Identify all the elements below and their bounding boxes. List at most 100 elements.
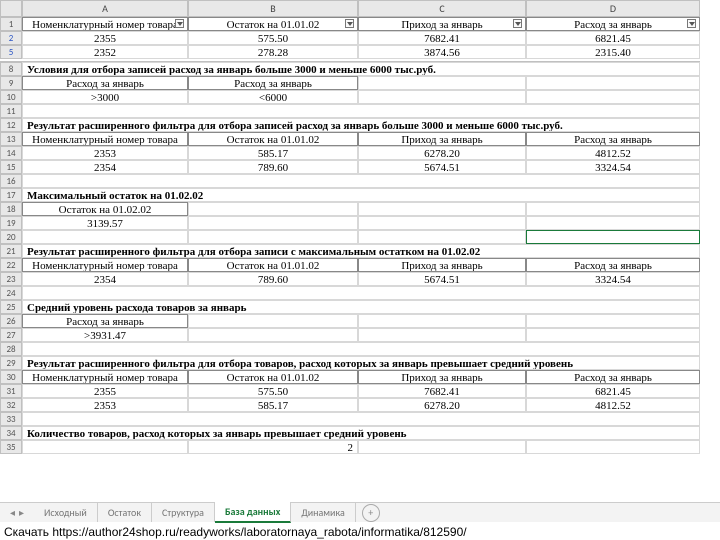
row-header[interactable]: 21	[0, 244, 22, 258]
cell[interactable]	[358, 90, 526, 104]
cell[interactable]: 575.50	[188, 31, 358, 45]
cell[interactable]	[526, 76, 700, 90]
cell[interactable]	[358, 440, 526, 454]
row-header[interactable]: 28	[0, 342, 22, 356]
filter-icon[interactable]	[687, 19, 696, 28]
table-header[interactable]: Приход за январь	[358, 258, 526, 272]
cell[interactable]: 7682.41	[358, 384, 526, 398]
cell[interactable]	[526, 328, 700, 342]
row-header[interactable]: 14	[0, 146, 22, 160]
table-header[interactable]: Расход за январь	[526, 132, 700, 146]
cell[interactable]	[22, 174, 700, 188]
row-header[interactable]: 20	[0, 230, 22, 244]
footer-link[interactable]: Скачать https://author24shop.ru/readywor…	[0, 524, 720, 540]
cell[interactable]: 789.60	[188, 272, 358, 286]
cell[interactable]: 5674.51	[358, 160, 526, 174]
cell[interactable]: 575.50	[188, 384, 358, 398]
cell[interactable]	[188, 202, 358, 216]
cell[interactable]	[358, 230, 526, 244]
row-header[interactable]: 32	[0, 398, 22, 412]
cell[interactable]: 3874.56	[358, 45, 526, 59]
cell[interactable]	[188, 314, 358, 328]
row-header[interactable]: 33	[0, 412, 22, 426]
row-header[interactable]: 35	[0, 440, 22, 454]
row-header[interactable]: 5	[0, 45, 22, 59]
cell[interactable]: 6821.45	[526, 31, 700, 45]
cell[interactable]	[188, 230, 358, 244]
cell[interactable]	[358, 216, 526, 230]
table-header[interactable]: Приход за январь	[358, 370, 526, 384]
cell[interactable]: 2353	[22, 398, 188, 412]
row-header[interactable]: 2	[0, 31, 22, 45]
cell[interactable]	[22, 104, 700, 118]
row-header[interactable]: 16	[0, 174, 22, 188]
filter-icon[interactable]	[175, 19, 184, 28]
cell[interactable]: 3324.54	[526, 272, 700, 286]
cell[interactable]	[526, 90, 700, 104]
cell[interactable]	[22, 286, 700, 300]
criteria-header[interactable]: Расход за январь	[22, 314, 188, 328]
cell[interactable]: 6278.20	[358, 146, 526, 160]
section-title[interactable]: Результат расширенного фильтра для отбор…	[22, 244, 700, 258]
table-header[interactable]: Номенклатурный номер товара	[22, 370, 188, 384]
cell[interactable]	[526, 216, 700, 230]
tab-nav[interactable]: ◂▸	[0, 506, 34, 519]
cell[interactable]	[22, 230, 188, 244]
sheet-tab[interactable]: Остаток	[98, 503, 152, 522]
sheet-tab[interactable]: Исходный	[34, 503, 98, 522]
table-header[interactable]: Расход за январь	[526, 258, 700, 272]
cell[interactable]	[526, 314, 700, 328]
section-title[interactable]: Результат расширенного фильтра для отбор…	[22, 356, 700, 370]
cell[interactable]: 2315.40	[526, 45, 700, 59]
cell[interactable]	[22, 412, 700, 426]
select-all-corner[interactable]	[0, 0, 22, 17]
table-header[interactable]: Остаток на 01.01.02	[188, 258, 358, 272]
row-header[interactable]: 18	[0, 202, 22, 216]
criteria-value[interactable]: >3000	[22, 90, 188, 104]
cell[interactable]: 585.17	[188, 398, 358, 412]
cell[interactable]: 2354	[22, 160, 188, 174]
cell[interactable]	[22, 440, 188, 454]
row-header[interactable]: 23	[0, 272, 22, 286]
col-header-c[interactable]: C	[358, 0, 526, 17]
row-header[interactable]: 10	[0, 90, 22, 104]
row-header[interactable]: 34	[0, 426, 22, 440]
row-header[interactable]: 22	[0, 258, 22, 272]
section-title[interactable]: Средний уровень расхода товаров за январ…	[22, 300, 700, 314]
filter-icon[interactable]	[513, 19, 522, 28]
table-header[interactable]: Номенклатурный номер товара	[22, 132, 188, 146]
col-header-a[interactable]: A	[22, 0, 188, 17]
row-header[interactable]: 17	[0, 188, 22, 202]
cell[interactable]	[188, 216, 358, 230]
table-header[interactable]: Остаток на 01.01.02	[188, 132, 358, 146]
cell[interactable]: 6821.45	[526, 384, 700, 398]
cell[interactable]: 4812.52	[526, 146, 700, 160]
table-header[interactable]: Номенклатурный номер товара	[22, 17, 188, 31]
cell[interactable]	[358, 202, 526, 216]
row-header[interactable]: 29	[0, 356, 22, 370]
active-cell[interactable]	[526, 230, 700, 244]
row-header[interactable]: 13	[0, 132, 22, 146]
cell[interactable]	[22, 342, 700, 356]
row-header[interactable]: 12	[0, 118, 22, 132]
cell[interactable]	[358, 328, 526, 342]
table-header[interactable]: Расход за январь	[526, 17, 700, 31]
criteria-header[interactable]: Расход за январь	[22, 76, 188, 90]
row-header[interactable]: 19	[0, 216, 22, 230]
row-header[interactable]: 15	[0, 160, 22, 174]
cell[interactable]: 789.60	[188, 160, 358, 174]
row-header[interactable]: 1	[0, 17, 22, 31]
add-sheet-button[interactable]: +	[362, 504, 380, 522]
chevron-right-icon[interactable]: ▸	[19, 506, 24, 519]
row-header[interactable]: 24	[0, 286, 22, 300]
row-header[interactable]: 30	[0, 370, 22, 384]
table-header[interactable]: Номенклатурный номер товара	[22, 258, 188, 272]
cell[interactable]	[358, 76, 526, 90]
section-title[interactable]: Результат расширенного фильтра для отбор…	[22, 118, 700, 132]
cell[interactable]: 2355	[22, 384, 188, 398]
row-header[interactable]: 8	[0, 62, 22, 76]
section-title[interactable]: Максимальный остаток на 01.02.02	[22, 188, 700, 202]
criteria-value[interactable]: >3931.47	[22, 328, 188, 342]
cell[interactable]	[188, 328, 358, 342]
sheet-tab-active[interactable]: База данных	[215, 502, 291, 523]
